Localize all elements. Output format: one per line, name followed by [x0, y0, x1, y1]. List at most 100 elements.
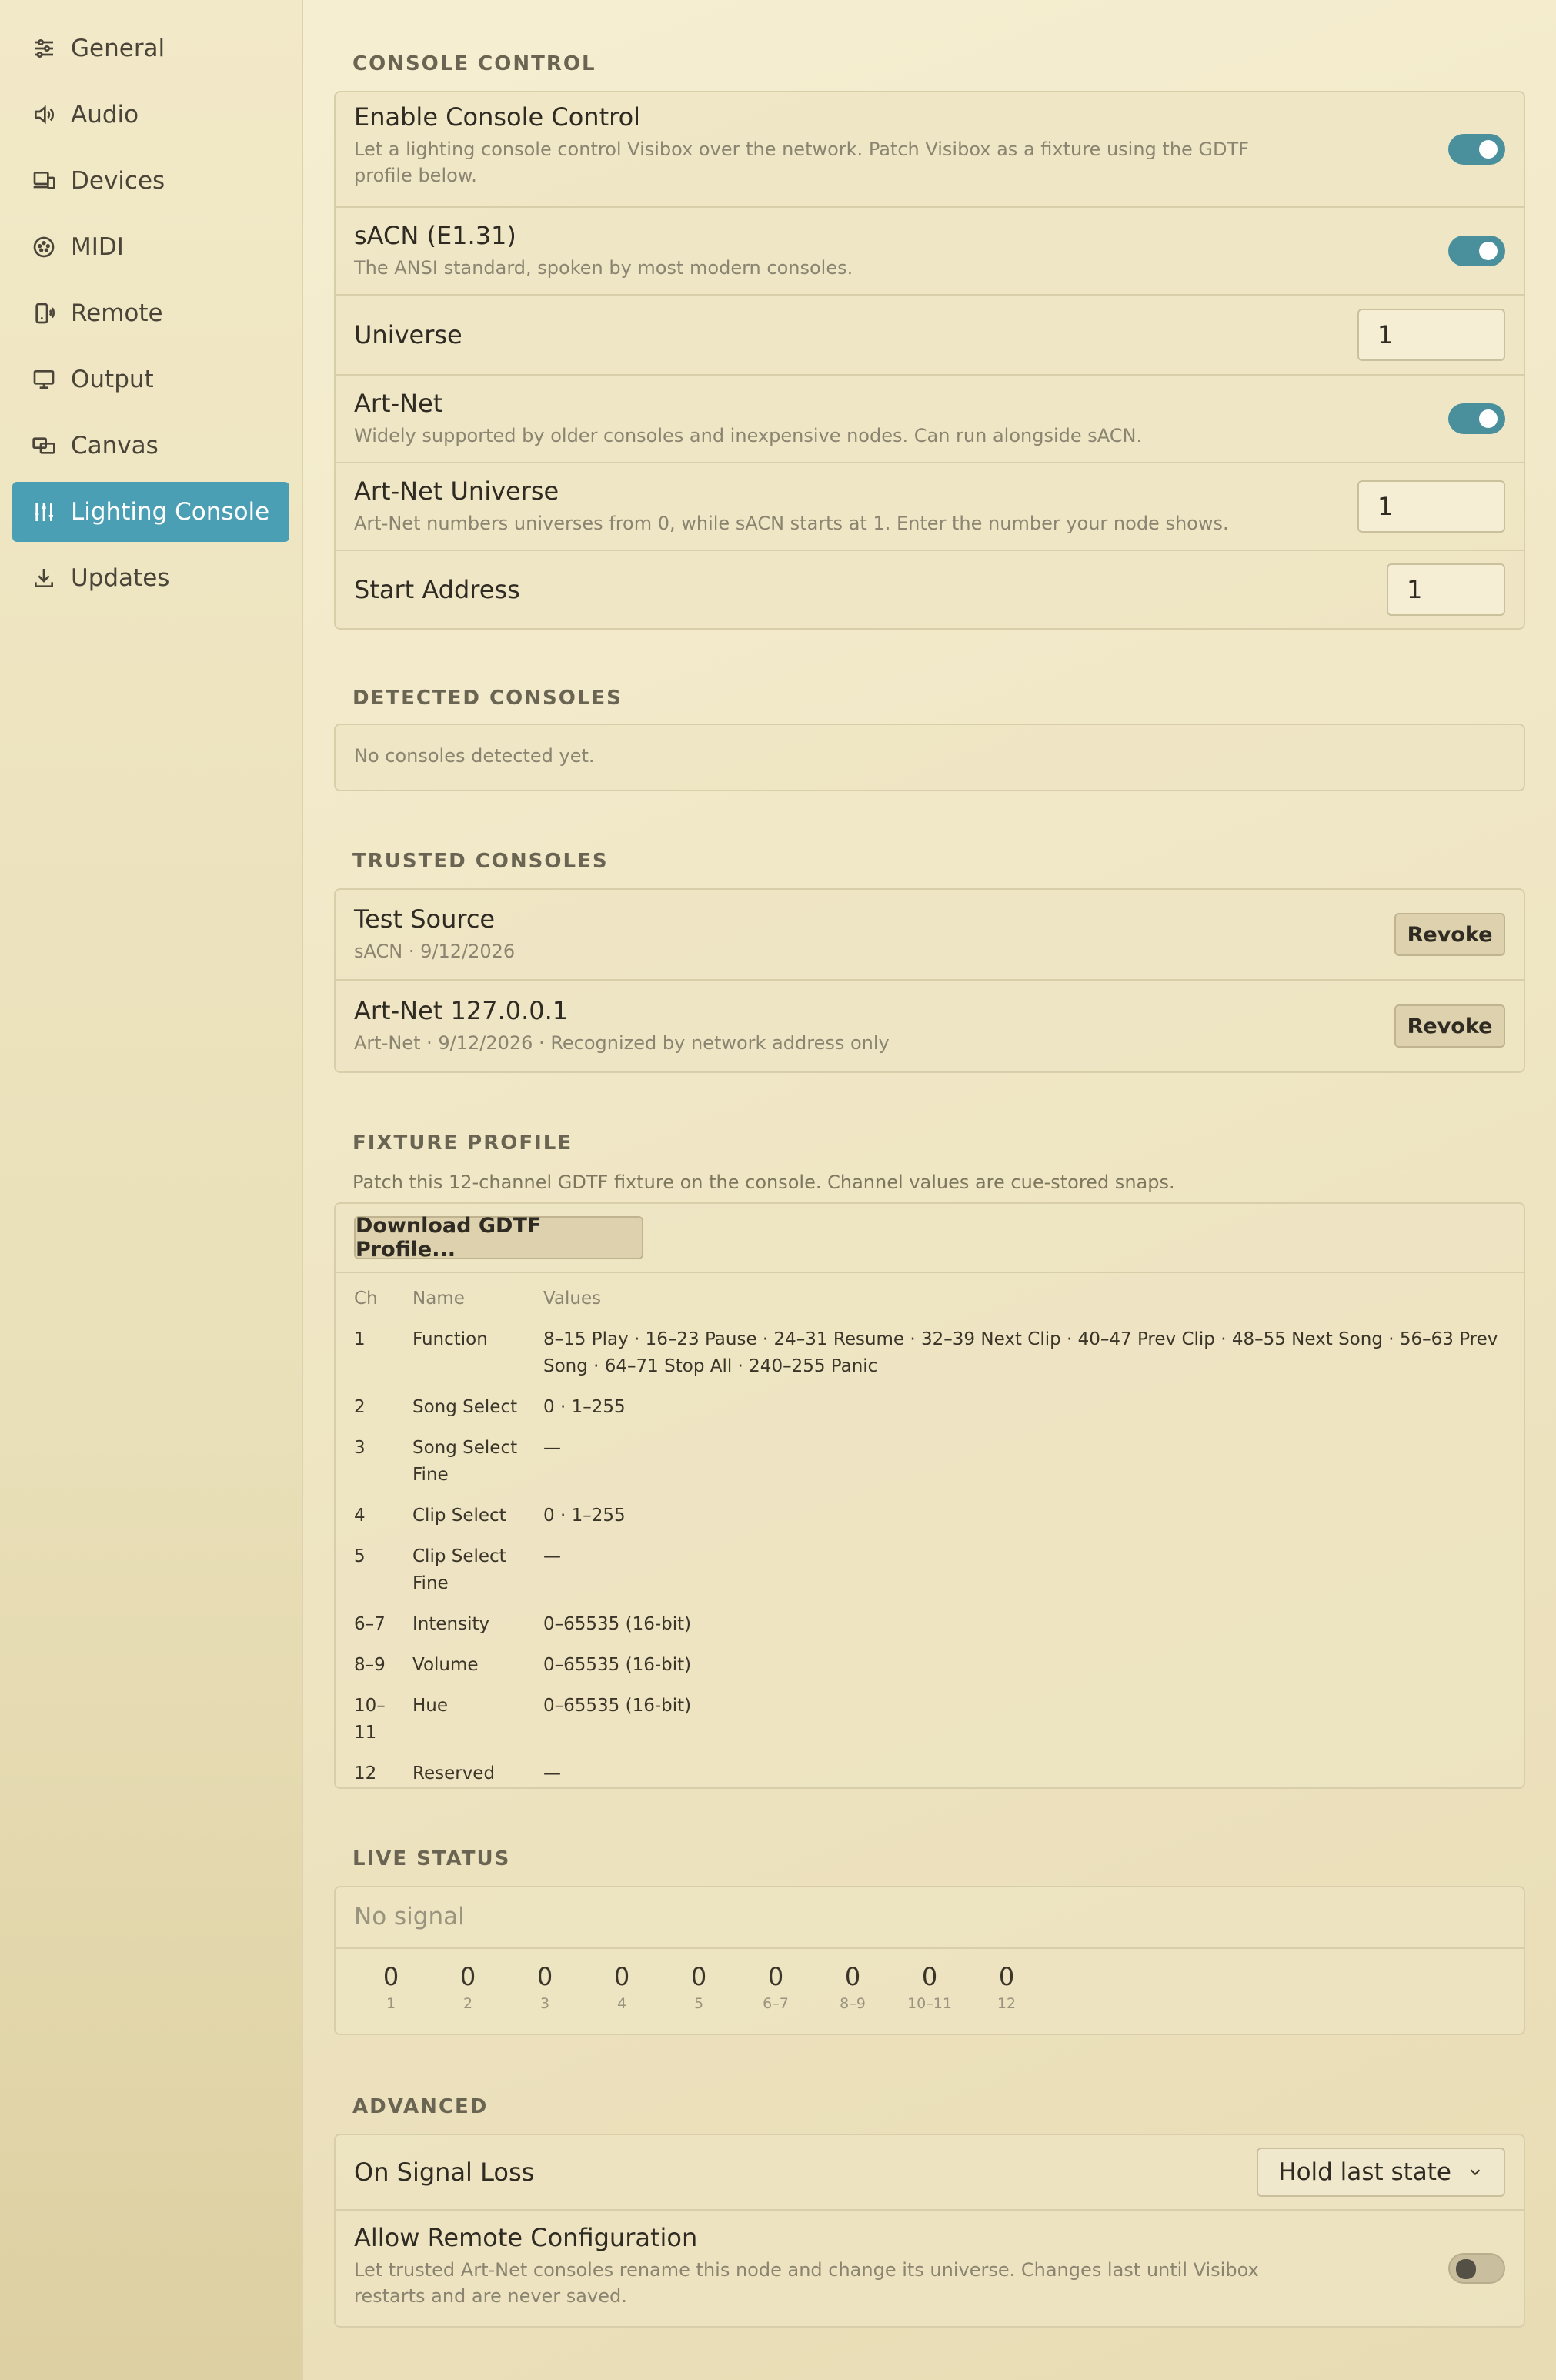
channel-number: 5 [354, 1546, 366, 1566]
section-title-live-status: LIVE STATUS [352, 1847, 511, 1870]
channel-name: Function [412, 1329, 488, 1349]
channel-number: 10–11 [354, 1696, 386, 1743]
channel-number: 3 [354, 1438, 366, 1458]
sidebar-item-remote[interactable]: Remote [12, 283, 289, 343]
sidebar-item-label: Devices [71, 167, 165, 195]
channel-level: 05 [690, 1962, 707, 2012]
channel-level: 0 12 [997, 1962, 1017, 2012]
channel-level: 0 8–9 [840, 1962, 866, 2012]
settings-sidebar: General Audio Devices MIDI Remote Output [0, 0, 303, 2380]
sidebar-item-updates[interactable]: Updates [12, 548, 289, 608]
channel-table-header: Ch Name Values [354, 1285, 1508, 1326]
trusted-console-meta: sACN · 9/12/2026 [354, 941, 516, 962]
download-gdtf-button[interactable]: Download GDTF Profile... [354, 1214, 643, 1262]
table-row: 3 Song Select Fine — [354, 1435, 1508, 1503]
channel-level: 01 [382, 1962, 399, 2012]
revoke-button[interactable]: Revoke [1394, 913, 1505, 956]
channel-values: 8–15 Play · 16–23 Pause · 24–31 Resume ·… [543, 1329, 1498, 1376]
section-title-detected-consoles: DETECTED CONSOLES [352, 687, 623, 710]
sidebar-item-lighting-console[interactable]: Lighting Console [12, 482, 289, 542]
sidebar-item-label: MIDI [71, 233, 124, 261]
sidebar-item-general[interactable]: General [12, 18, 289, 79]
sidebar-item-audio[interactable]: Audio [12, 85, 289, 145]
console-control-card: Enable Console Control Let a lighting co… [334, 91, 1525, 630]
sidebar-item-label: Output [71, 366, 154, 393]
enable-console-control-label: Enable Console Control [354, 102, 641, 132]
channel-number: 2 [354, 1397, 366, 1417]
channel-name: Clip Select [412, 1506, 506, 1526]
channel-name: Volume [412, 1655, 479, 1675]
no-consoles-message: No consoles detected yet. [354, 745, 595, 767]
column-header-values: Values [543, 1289, 602, 1309]
sidebar-item-devices[interactable]: Devices [12, 151, 289, 211]
channel-level: 0 6–7 [763, 1962, 789, 2012]
signal-status: No signal [354, 1903, 465, 1930]
universe-input[interactable] [1357, 309, 1505, 361]
sidebar-item-label: Lighting Console [71, 498, 270, 526]
monitor-icon [31, 366, 57, 393]
channel-number: 12 [354, 1763, 377, 1783]
advanced-card: On Signal Loss Hold last state Allow Rem… [334, 2134, 1525, 2328]
channel-values: 0 · 1–255 [543, 1397, 626, 1417]
signal-loss-select[interactable]: Hold last state [1257, 2148, 1505, 2197]
sidebar-item-label: Canvas [71, 432, 159, 460]
signal-loss-label: On Signal Loss [354, 2158, 535, 2187]
channel-values: 0 · 1–255 [543, 1506, 626, 1526]
remote-icon [31, 300, 57, 326]
table-row: 10–11 Hue 0–65535 (16-bit) [354, 1693, 1508, 1760]
start-address-row: Start Address [336, 551, 1524, 628]
table-row: 5 Clip Select Fine — [354, 1543, 1508, 1611]
channel-values: 0–65535 (16-bit) [543, 1614, 692, 1634]
channel-level: 03 [536, 1962, 553, 2012]
table-row: 2 Song Select 0 · 1–255 [354, 1394, 1508, 1435]
channel-name: Clip Select Fine [412, 1546, 506, 1593]
midi-icon [31, 234, 57, 260]
devices-icon [31, 168, 57, 194]
table-row: 4 Clip Select 0 · 1–255 [354, 1503, 1508, 1543]
table-row: 1 Function 8–15 Play · 16–23 Pause · 24–… [354, 1326, 1508, 1394]
channel-values: — [543, 1546, 561, 1566]
trusted-console-name: Test Source [354, 904, 496, 934]
sidebar-item-canvas[interactable]: Canvas [12, 416, 289, 476]
remote-configuration-toggle[interactable] [1448, 2253, 1505, 2284]
trusted-console-meta: Art-Net · 9/12/2026 · Recognized by netw… [354, 1032, 890, 1054]
trusted-console-name: Art-Net 127.0.0.1 [354, 996, 569, 1025]
start-address-input[interactable] [1387, 563, 1505, 616]
channel-number: 1 [354, 1329, 366, 1349]
channel-levels: 01 02 03 04 05 0 6–7 0 8–9 0 10–11 0 12 [336, 1961, 1524, 2034]
channel-table: Ch Name Values 1 Function 8–15 Play · 16… [354, 1285, 1508, 1787]
enable-console-control-desc: Let a lighting console control Visibox o… [354, 139, 1249, 186]
download-icon [31, 565, 57, 591]
sidebar-item-midi[interactable]: MIDI [12, 217, 289, 277]
channel-values: 0–65535 (16-bit) [543, 1696, 692, 1716]
channel-level: 0 10–11 [907, 1962, 952, 2012]
column-header-name: Name [412, 1289, 465, 1309]
trusted-console-row: Test Source sACN · 9/12/2026 Revoke [336, 890, 1524, 981]
sidebar-item-output[interactable]: Output [12, 349, 289, 409]
channel-name: Song Select Fine [412, 1438, 518, 1485]
table-row: 6–7 Intensity 0–65535 (16-bit) [354, 1611, 1508, 1652]
artnet-toggle[interactable] [1448, 403, 1505, 434]
artnet-universe-input[interactable] [1357, 480, 1505, 533]
signal-loss-row: On Signal Loss Hold last state [336, 2135, 1524, 2211]
section-title-advanced: ADVANCED [352, 2095, 489, 2118]
section-title-console-control: CONSOLE CONTROL [352, 52, 596, 75]
channel-name: Song Select [412, 1397, 518, 1417]
detected-consoles-card: No consoles detected yet. [334, 724, 1525, 791]
sidebar-item-label: Remote [71, 299, 163, 327]
sacn-row: sACN (E1.31) The ANSI standard, spoken b… [336, 208, 1524, 296]
fixture-profile-card: Download GDTF Profile... Ch Name Values … [334, 1202, 1525, 1789]
channel-values: — [543, 1438, 561, 1458]
column-header-ch: Ch [354, 1289, 378, 1309]
enable-console-control-toggle[interactable] [1448, 134, 1505, 165]
artnet-universe-row: Art-Net Universe Art-Net numbers univers… [336, 463, 1524, 551]
section-title-trusted-consoles: TRUSTED CONSOLES [352, 850, 609, 873]
live-status-card: No signal 01 02 03 04 05 0 6–7 0 8–9 0 10–1… [334, 1886, 1525, 2035]
start-address-label: Start Address [354, 575, 520, 604]
trusted-console-row: Art-Net 127.0.0.1 Art-Net · 9/12/2026 · … [336, 981, 1524, 1071]
universe-row: Universe [336, 296, 1524, 376]
sacn-toggle[interactable] [1448, 236, 1505, 266]
artnet-desc: Widely supported by older consoles and i… [354, 425, 1143, 446]
table-row: 12 Reserved — [354, 1760, 1508, 1787]
revoke-button[interactable]: Revoke [1394, 1004, 1505, 1048]
